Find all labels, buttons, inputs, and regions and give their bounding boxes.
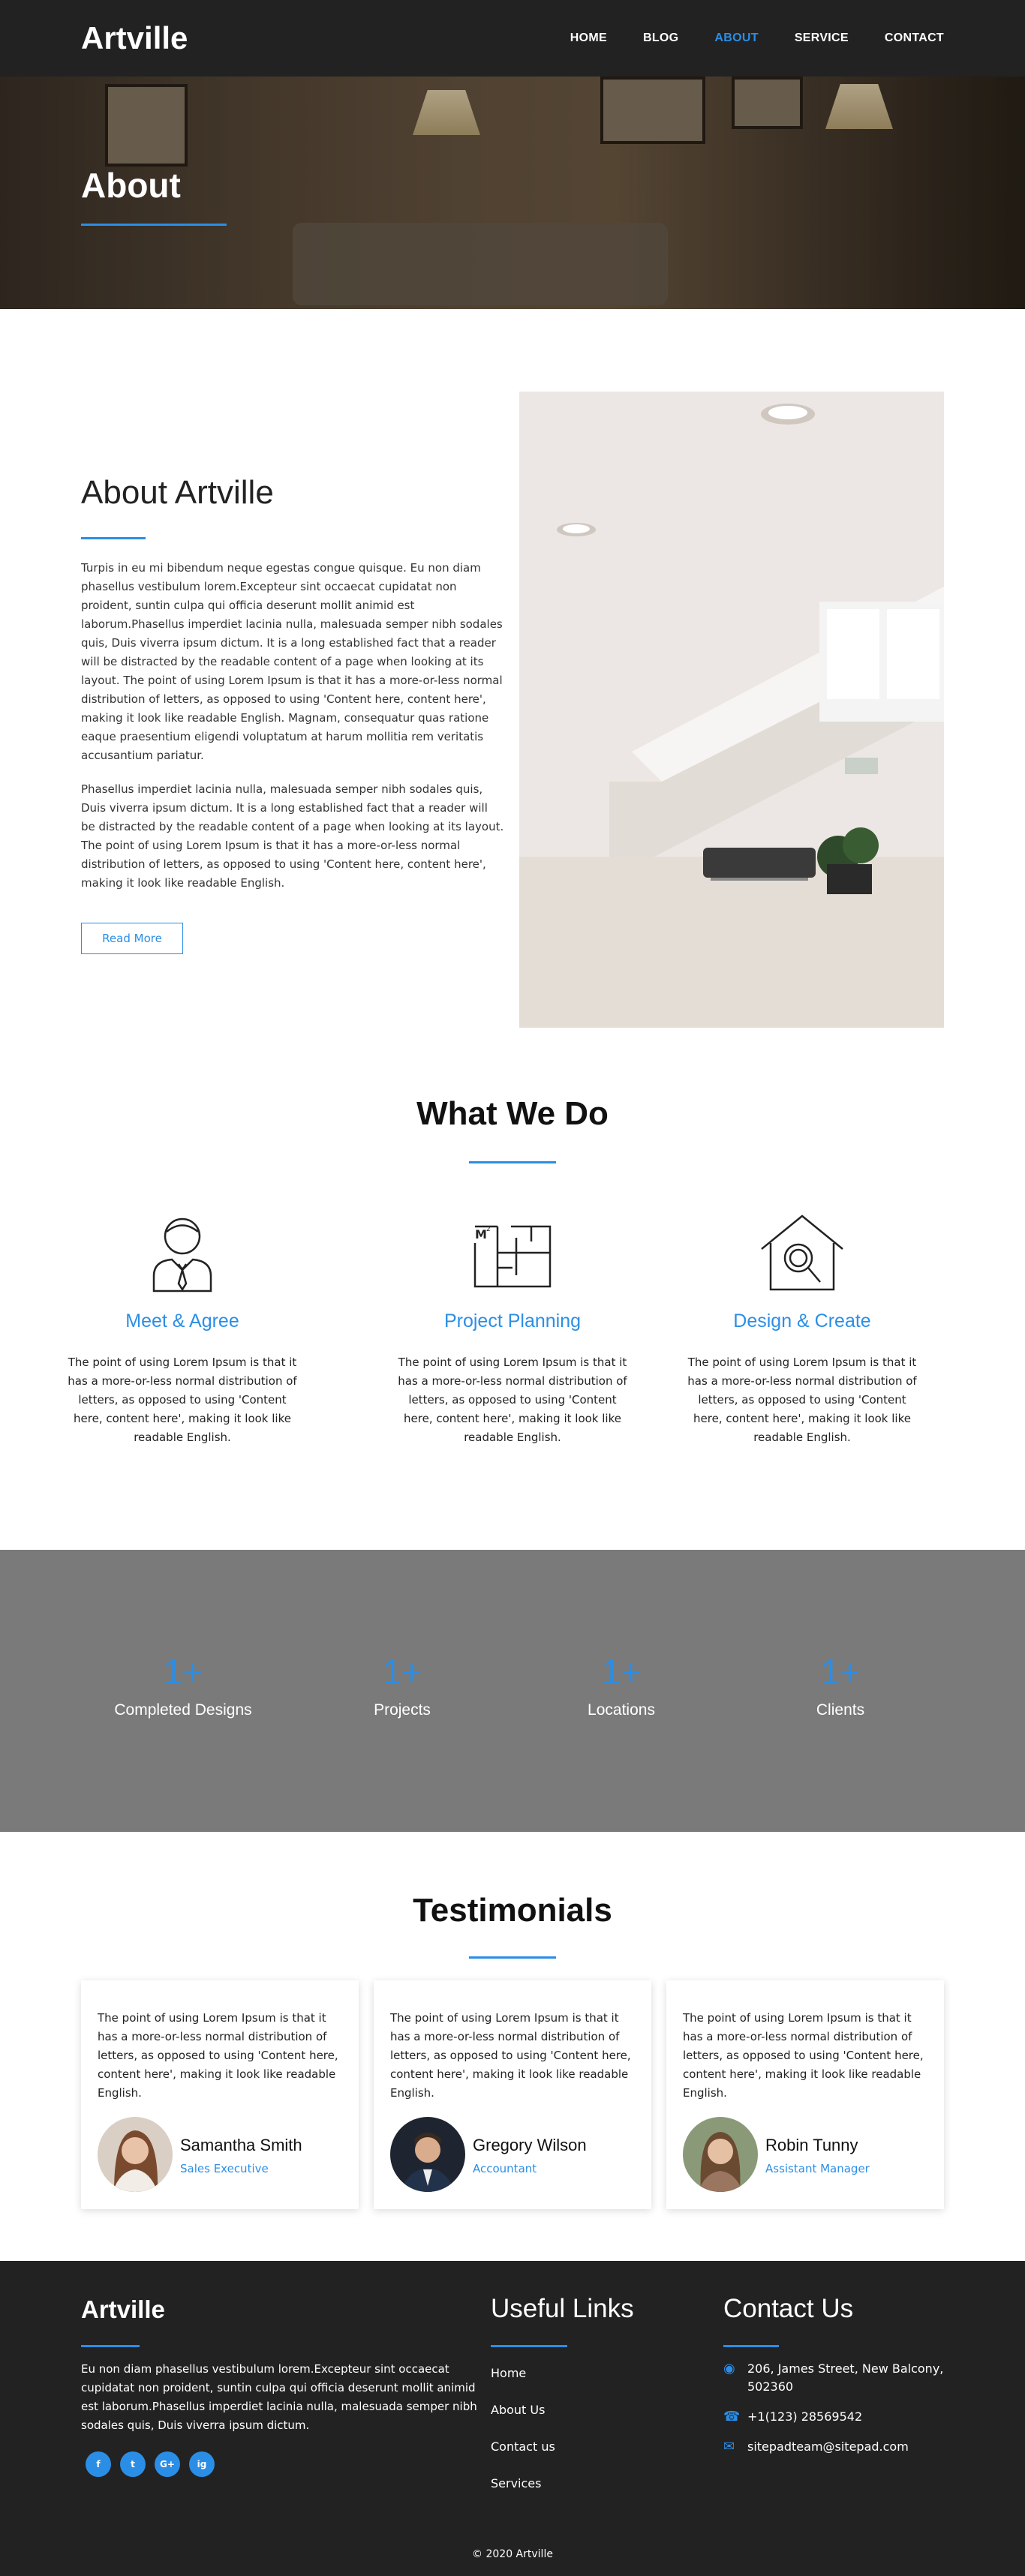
service-text: The point of using Lorem Ipsum is that i…	[68, 1356, 297, 1444]
contact-info: ◉ 206, James Street, New Balcony, 502360…	[723, 2360, 948, 2468]
phone-icon: ☎	[723, 2409, 741, 2424]
contact-underline	[723, 2345, 779, 2347]
service-title: Design & Create	[733, 1311, 871, 1332]
footer-about-text: Eu non diam phasellus vestibulum lorem.E…	[81, 2362, 477, 2432]
contact-email: ✉ sitepadteam@sitepad.com	[723, 2438, 948, 2456]
stat-label: Completed Designs	[114, 1701, 252, 1719]
about-underline	[81, 537, 146, 539]
nav-about[interactable]: ABOUT	[714, 32, 758, 45]
footer-link-contact[interactable]: Contact us	[491, 2439, 555, 2476]
stats-section: 1+ Completed Designs 1+ Projects 1+ Loca…	[0, 1550, 1025, 1832]
stat-locations: 1+ Locations	[524, 1652, 719, 1719]
stat-clients: 1+ Clients	[743, 1652, 938, 1719]
main-nav: HOME BLOG ABOUT SERVICE CONTACT	[570, 32, 944, 45]
nav-contact[interactable]: CONTACT	[885, 32, 944, 45]
interior-staircase-image	[519, 392, 944, 1028]
facebook-icon[interactable]: f	[86, 2451, 111, 2477]
instagram-icon[interactable]: ig	[189, 2451, 215, 2477]
social-links: f t G+ ig	[86, 2451, 215, 2477]
stat-label: Projects	[374, 1701, 431, 1719]
nav-home[interactable]: HOME	[570, 32, 607, 45]
testimonial-card: The point of using Lorem Ipsum is that i…	[666, 1980, 944, 2209]
useful-links-heading: Useful Links	[491, 2294, 634, 2323]
testimonial-text: The point of using Lorem Ipsum is that i…	[390, 2011, 631, 2100]
testimonial-name: Robin Tunny	[765, 2136, 858, 2154]
footer-brand-underline	[81, 2345, 140, 2347]
service-meet-agree: Meet & Agree The point of using Lorem Ip…	[59, 1211, 306, 1447]
what-we-do-heading: What We Do	[416, 1095, 609, 1132]
about-heading: About Artville	[81, 474, 274, 511]
stat-number: 1+	[820, 1653, 861, 1692]
avatar	[98, 2117, 173, 2192]
title-underline	[81, 224, 227, 226]
stat-projects: 1+ Projects	[305, 1652, 500, 1719]
stat-completed-designs: 1+ Completed Designs	[86, 1652, 281, 1719]
hero-banner: About	[0, 77, 1025, 309]
person-tie-icon	[152, 1217, 212, 1293]
copyright: © 2020 Artville	[472, 2548, 553, 2560]
about-paragraph-1: Turpis in eu mi bibendum neque egestas c…	[81, 561, 503, 762]
top-navbar: Artville HOME BLOG ABOUT SERVICE CONTACT	[0, 0, 1025, 77]
contact-heading: Contact Us	[723, 2294, 854, 2323]
testimonial-card: The point of using Lorem Ipsum is that i…	[81, 1980, 359, 2209]
floor-plan-icon: M 2	[473, 1225, 552, 1288]
service-text: The point of using Lorem Ipsum is that i…	[687, 1356, 917, 1444]
stat-number: 1+	[601, 1653, 642, 1692]
testimonial-text: The point of using Lorem Ipsum is that i…	[98, 2011, 338, 2100]
testimonial-name: Gregory Wilson	[473, 2136, 587, 2154]
service-project-planning: M 2 Project Planning The point of using …	[389, 1211, 636, 1447]
stat-label: Clients	[816, 1701, 865, 1719]
testimonials-heading: Testimonials	[413, 1892, 612, 1929]
stat-label: Locations	[588, 1701, 655, 1719]
location-pin-icon: ◉	[723, 2361, 735, 2376]
house-search-icon	[761, 1214, 843, 1291]
footer-brand: Artville	[81, 2295, 165, 2323]
brand-logo[interactable]: Artville	[81, 20, 188, 56]
phone-text[interactable]: +1(123) 28569542	[747, 2408, 862, 2426]
contact-address: ◉ 206, James Street, New Balcony, 502360	[723, 2360, 948, 2396]
useful-links-list: Home About Us Contact us Services	[491, 2366, 555, 2513]
testimonial-card: The point of using Lorem Ipsum is that i…	[374, 1980, 651, 2209]
nav-service[interactable]: SERVICE	[795, 32, 849, 45]
stat-number: 1+	[382, 1653, 422, 1692]
testimonial-role: Assistant Manager	[765, 2162, 870, 2175]
footer-link-about[interactable]: About Us	[491, 2403, 555, 2439]
testimonial-text: The point of using Lorem Ipsum is that i…	[683, 2011, 924, 2100]
footer-link-home[interactable]: Home	[491, 2366, 555, 2403]
address-text: 206, James Street, New Balcony, 502360	[747, 2361, 944, 2394]
google-plus-icon[interactable]: G+	[155, 2451, 180, 2477]
stat-number: 1+	[163, 1653, 203, 1692]
read-more-button[interactable]: Read More	[81, 923, 183, 954]
about-paragraph-2: Phasellus imperdiet lacinia nulla, males…	[81, 782, 504, 890]
avatar	[683, 2117, 758, 2192]
contact-phone: ☎ +1(123) 28569542	[723, 2408, 948, 2426]
service-title: Meet & Agree	[125, 1311, 239, 1332]
site-footer: Artville Eu non diam phasellus vestibulu…	[0, 2261, 1025, 2576]
what-we-do-underline	[469, 1161, 556, 1163]
testimonials-underline	[469, 1956, 556, 1959]
footer-link-services[interactable]: Services	[491, 2476, 555, 2513]
page-title: About	[81, 166, 181, 205]
twitter-icon[interactable]: t	[120, 2451, 146, 2477]
useful-links-underline	[491, 2345, 567, 2347]
nav-blog[interactable]: BLOG	[643, 32, 678, 45]
avatar	[390, 2117, 465, 2192]
service-text: The point of using Lorem Ipsum is that i…	[398, 1356, 627, 1444]
service-design-create: Design & Create The point of using Lorem…	[678, 1211, 926, 1447]
testimonial-role: Accountant	[473, 2162, 537, 2175]
floor-plan-exponent: 2	[486, 1226, 491, 1233]
testimonial-role: Sales Executive	[180, 2162, 269, 2175]
service-title: Project Planning	[443, 1311, 582, 1332]
testimonial-name: Samantha Smith	[180, 2136, 302, 2154]
envelope-icon: ✉	[723, 2439, 735, 2454]
email-text[interactable]: sitepadteam@sitepad.com	[747, 2438, 909, 2456]
floor-plan-label: M	[475, 1227, 487, 1241]
